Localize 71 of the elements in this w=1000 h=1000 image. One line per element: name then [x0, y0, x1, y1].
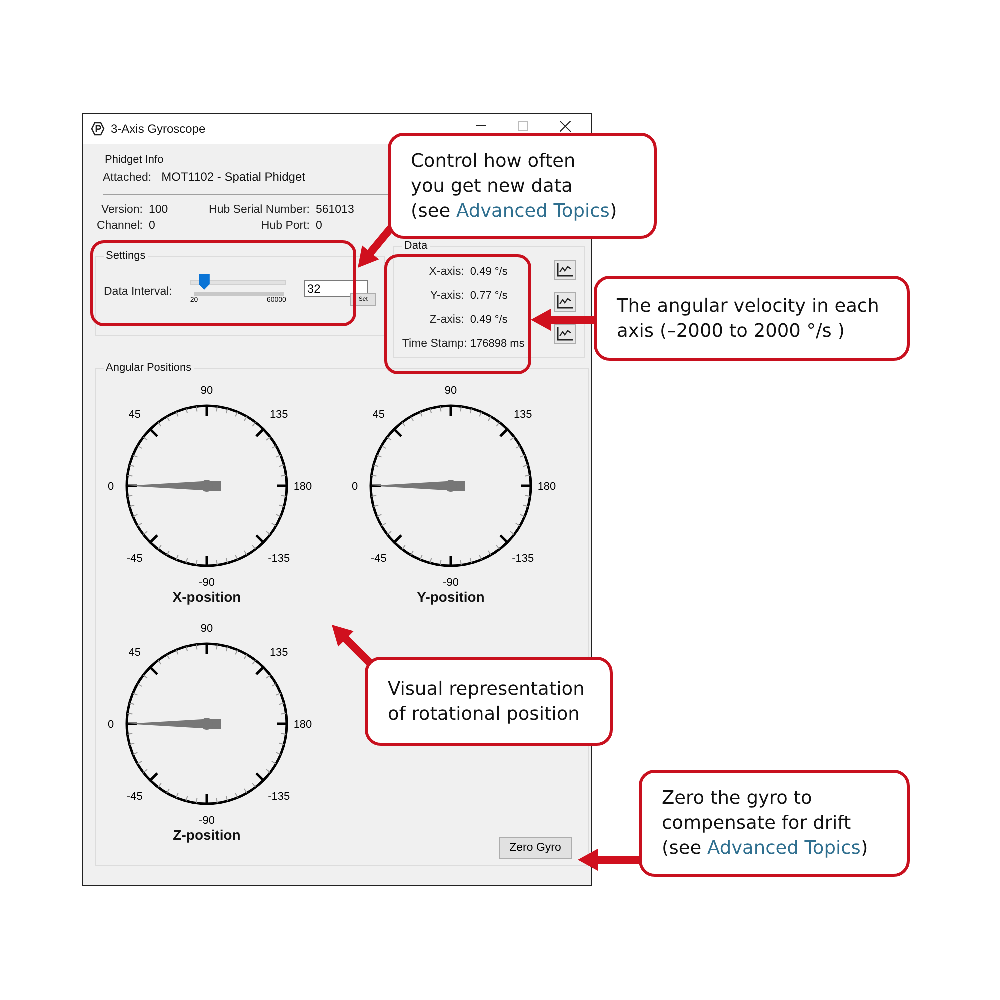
advanced-topics-link[interactable]: Advanced Topics	[708, 838, 861, 859]
advanced-topics-link[interactable]: Advanced Topics	[456, 200, 610, 222]
scale-label: -90	[199, 577, 215, 588]
data-label: Time Stamp:	[402, 338, 464, 350]
field-label: Hub Port:	[260, 220, 310, 232]
scale-label: -45	[126, 791, 143, 804]
data-value: 0.77 °/s	[470, 290, 509, 302]
field-value: 100	[149, 204, 170, 216]
scale-label: -135	[268, 791, 290, 804]
group-title: Phidget Info	[104, 154, 165, 166]
field-value: MOT1102 - Spatial Phidget	[162, 170, 306, 184]
scale-label: -135	[268, 553, 290, 566]
group-title: Angular Positions	[105, 362, 193, 374]
minimize-icon	[476, 125, 486, 127]
window-title: 3-Axis Gyroscope	[111, 122, 207, 136]
field-label: Channel:	[96, 220, 143, 232]
scale-label: 135	[514, 408, 532, 421]
group-title: Settings	[105, 250, 147, 262]
group-title: Data	[403, 240, 429, 252]
zero-gyro-button[interactable]: Zero Gyro	[499, 837, 572, 859]
callout-text: Zero the gyro to compensate for drift (see Advanced Topics)	[662, 787, 868, 861]
data-value: 0.49 °/s	[470, 314, 509, 326]
scale-label: 180	[294, 481, 312, 493]
field-value: 0	[316, 220, 324, 232]
graph-button[interactable]	[554, 292, 576, 312]
scale-label: 0	[352, 481, 358, 493]
data-label: Y-axis:	[429, 290, 464, 302]
callout-text: Visual representation of rotational position	[388, 678, 585, 726]
scale-label: 135	[270, 646, 288, 659]
dial-title: Y-position	[417, 589, 485, 605]
scale-label: -45	[126, 553, 143, 566]
interval-slider[interactable]	[190, 274, 286, 290]
field-label: Version:	[100, 204, 143, 216]
scale-label: 45	[128, 408, 141, 421]
field-value: 0	[149, 220, 156, 232]
scale-label: -45	[370, 553, 387, 566]
scale-label: 180	[538, 481, 556, 493]
scale-label: -135	[512, 553, 534, 566]
close-icon	[560, 120, 570, 132]
graph-button[interactable]	[554, 324, 576, 344]
field-label: Data Interval:	[104, 286, 172, 298]
field-value: 561013	[316, 204, 356, 216]
dial-title: X-position	[172, 589, 242, 605]
scale-label: 90	[200, 623, 214, 635]
field-label: Hub Serial Number:	[208, 204, 310, 216]
scale-label: 45	[372, 408, 385, 421]
scale-label: 90	[444, 385, 458, 397]
scale-label: -90	[199, 815, 215, 826]
chart-icon	[557, 263, 574, 277]
data-label: Z-axis:	[428, 314, 464, 326]
callout-text: Control how often you get new data (see Advanced Topics)	[411, 150, 618, 224]
data-label: X-axis:	[428, 266, 464, 278]
graph-button[interactable]	[554, 260, 576, 280]
scale-label: -90	[443, 577, 459, 588]
scale-label: 0	[108, 481, 114, 493]
field-label: Attached:	[103, 172, 152, 184]
scale-label: 45	[128, 646, 141, 659]
scale-label: 90	[200, 385, 214, 397]
interval-input[interactable]: 32	[304, 280, 368, 297]
data-value: 176898 ms	[470, 338, 526, 350]
maximize-icon	[518, 121, 528, 131]
data-value: 0.49 °/s	[470, 266, 509, 278]
dial-title: Z-position	[173, 827, 241, 843]
scale-label: 180	[294, 719, 312, 731]
slider-thumb[interactable]	[198, 274, 210, 290]
app-logo-icon	[91, 122, 105, 136]
scale-label: 135	[270, 408, 288, 421]
callout-text: The angular velocity in each axis (–2000 to 2000 °/s )	[617, 294, 880, 344]
scale-label: 0	[108, 719, 114, 731]
chart-icon	[557, 327, 574, 341]
chart-icon	[557, 295, 574, 309]
